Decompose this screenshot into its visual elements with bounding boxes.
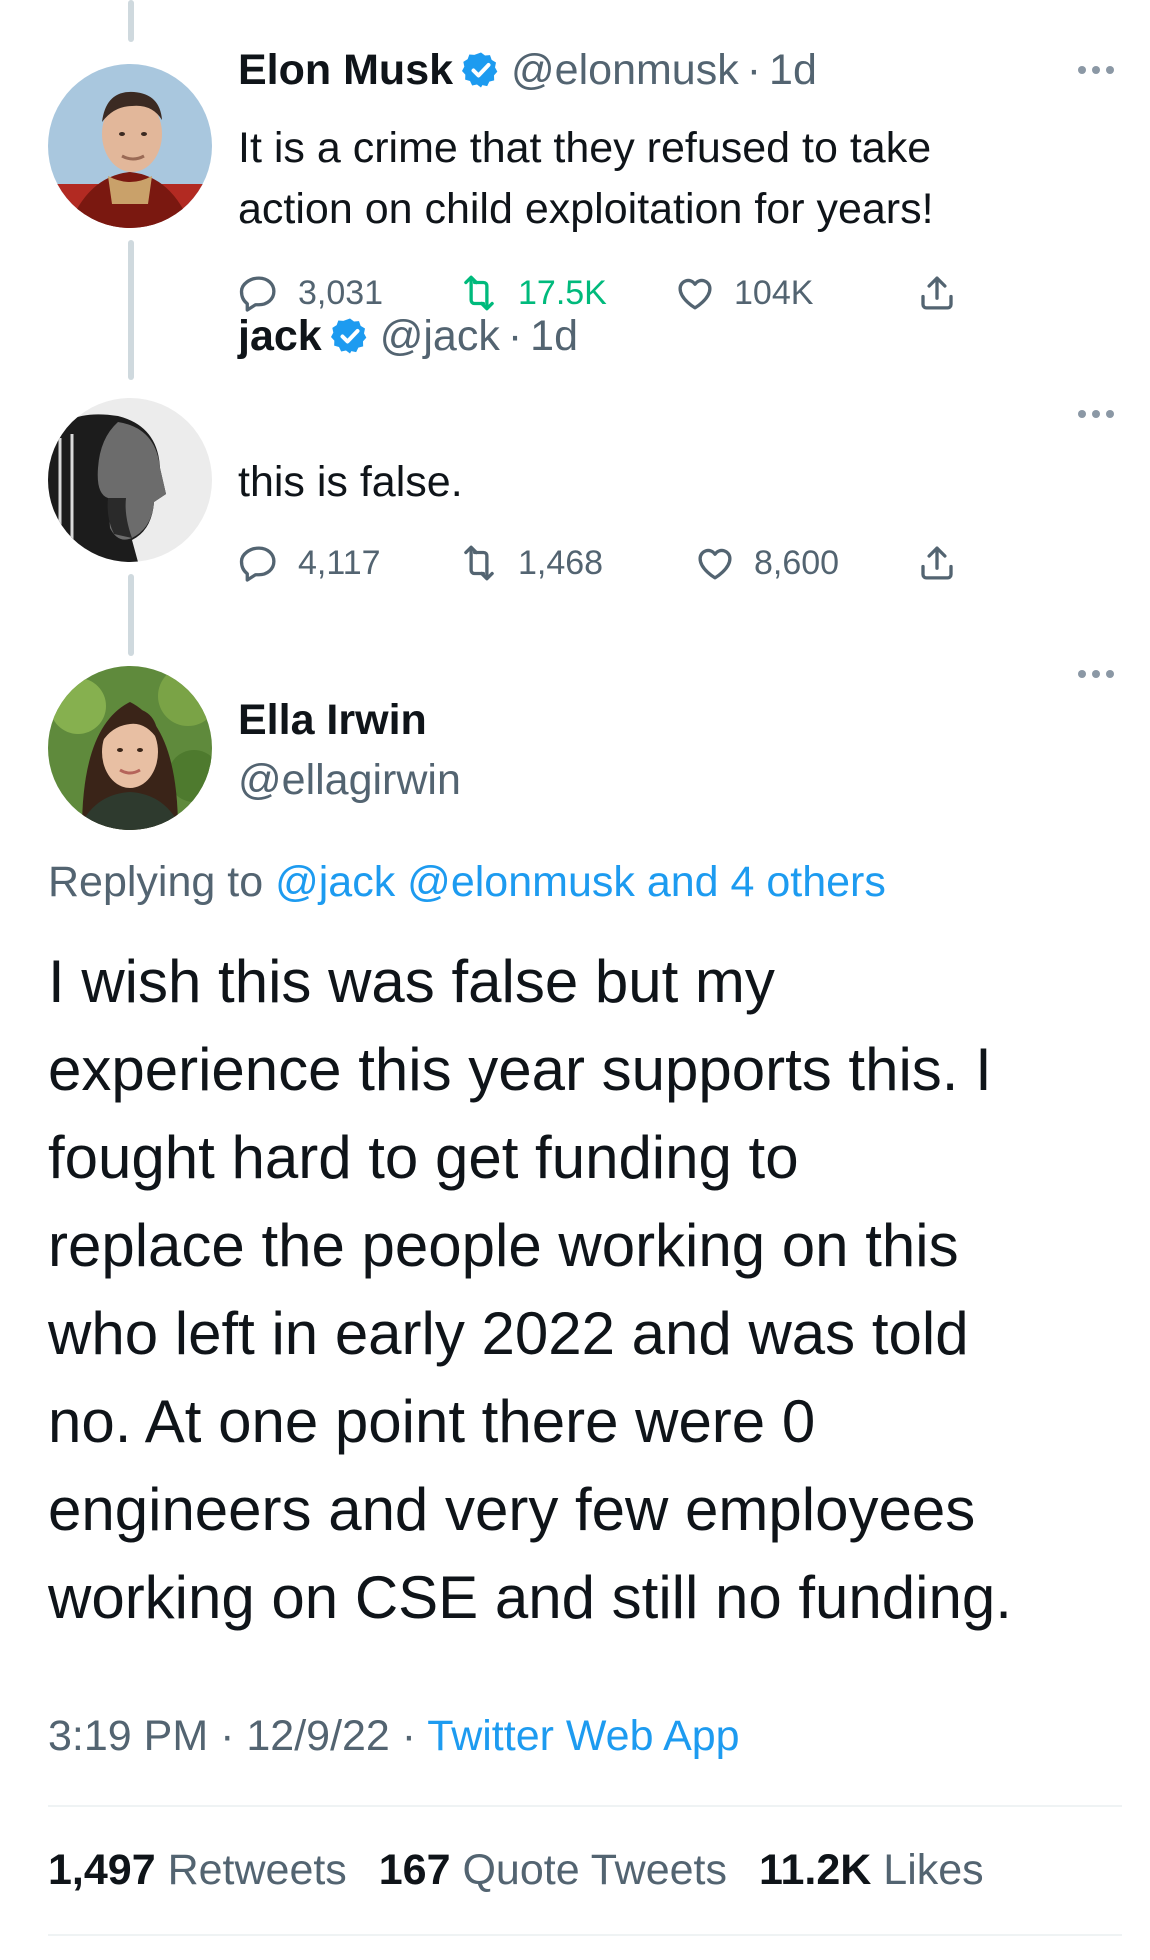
main-tweet-text: I wish this was false but my experience … <box>48 938 1128 1642</box>
tweet-text: It is a crime that they refused to take … <box>238 118 934 240</box>
replying-to-jack[interactable]: @jack <box>275 858 395 906</box>
separator-dot: · <box>746 46 762 94</box>
tweet-time[interactable]: 1d <box>769 44 817 96</box>
main-tweet-text-line: engineers and very few employees <box>48 1476 976 1543</box>
main-tweet-text-line: replace the people working on this <box>48 1212 959 1279</box>
likes-label: Likes <box>883 1846 984 1894</box>
main-tweet-text-line: no. At one point there were 0 <box>48 1388 816 1455</box>
like-count: 104K <box>734 273 814 312</box>
retweets-label: Retweets <box>167 1846 347 1894</box>
tweet-text: this is false. <box>238 452 463 513</box>
verified-badge-icon <box>330 318 367 354</box>
like-button[interactable]: 8,600 <box>694 540 839 586</box>
author-name[interactable]: Elon Musk <box>238 44 453 96</box>
heart-icon <box>678 278 712 310</box>
replying-to: Replying to @jack @elonmusk and 4 others <box>48 856 886 908</box>
more-icon[interactable] <box>1076 408 1116 420</box>
like-count: 8,600 <box>754 543 840 582</box>
main-tweet-text-line: experience this year supports this. I <box>48 1036 992 1103</box>
tweet-time[interactable]: 1d <box>530 310 578 362</box>
retweet-icon <box>464 275 494 311</box>
thread-line-top <box>128 0 134 42</box>
author-handle[interactable]: @ellagirwin <box>238 754 461 806</box>
reply-count: 3,031 <box>298 273 384 312</box>
heart-icon <box>698 548 732 580</box>
more-icon[interactable] <box>1076 64 1116 76</box>
replying-to-others[interactable]: and 4 others <box>647 858 886 906</box>
likes-count: 11.2K <box>758 1846 872 1894</box>
retweet-icon <box>464 545 494 581</box>
replying-to-elonmusk[interactable]: @elonmusk <box>407 858 635 906</box>
quote-tweets-stat[interactable]: 167 Quote Tweets <box>379 1846 727 1894</box>
tweet-timestamp: 3:19 PM · 12/9/22 · Twitter Web App <box>48 1710 740 1762</box>
engagement-stats: 1,497 Retweets 167 Quote Tweets 11.2K Li… <box>48 1844 1004 1896</box>
quote-tweets-label: Quote Tweets <box>462 1846 727 1894</box>
avatar-ellagirwin[interactable] <box>48 666 212 830</box>
main-tweet-text-line: fought hard to get funding to <box>48 1124 799 1191</box>
avatar-jack[interactable] <box>48 398 212 562</box>
tweet-text-line: action on child exploitation for years! <box>238 185 934 233</box>
tweet-text-line: this is false. <box>238 458 463 506</box>
reply-icon <box>239 546 276 582</box>
share-icon <box>921 546 953 580</box>
quote-tweets-count: 167 <box>378 1846 451 1894</box>
main-tweet-text-line: I wish this was false but my <box>48 948 775 1015</box>
likes-stat[interactable]: 11.2K Likes <box>759 1846 984 1894</box>
author-name[interactable]: jack <box>238 310 322 362</box>
share-button[interactable] <box>916 270 976 316</box>
tweet-header: Elon Musk @elonmusk · 1d <box>238 44 817 96</box>
share-icon <box>921 276 953 310</box>
separator-dot: · <box>220 1712 235 1760</box>
separator-dot: · <box>401 1712 417 1760</box>
author-handle[interactable]: @jack <box>380 310 500 362</box>
avatar-jack-image <box>48 398 212 562</box>
reply-icon <box>239 276 276 312</box>
tweet-date[interactable]: 12/9/22 <box>246 1712 389 1760</box>
avatar-ellagirwin-image <box>48 666 212 830</box>
divider <box>48 1805 1122 1807</box>
thread-line-1 <box>128 240 134 380</box>
separator-dot: · <box>507 312 523 360</box>
retweets-count: 1,497 <box>48 1846 156 1894</box>
tweet-text-line: It is a crime that they refused to take <box>238 124 932 172</box>
avatar-elonmusk[interactable] <box>48 64 212 228</box>
replying-prefix: Replying to <box>48 858 264 906</box>
main-tweet-text-line: working on CSE and still no funding. <box>48 1564 1012 1631</box>
avatar-elonmusk-image <box>48 64 212 228</box>
retweets-stat[interactable]: 1,497 Retweets <box>48 1846 347 1894</box>
author-handle[interactable]: @elonmusk <box>511 44 739 96</box>
divider <box>48 1934 1122 1936</box>
reply-button[interactable]: 4,117 <box>238 540 381 586</box>
retweet-count: 1,468 <box>518 543 604 582</box>
thread-line-2 <box>128 574 134 656</box>
share-button[interactable] <box>916 540 976 586</box>
verified-badge-icon <box>462 52 498 88</box>
retweet-count: 17.5K <box>518 273 607 312</box>
like-button[interactable]: 104K <box>674 270 813 316</box>
reply-count: 4,117 <box>298 543 381 582</box>
tweet-time[interactable]: 3:19 PM <box>48 1712 208 1760</box>
more-icon[interactable] <box>1076 668 1116 680</box>
retweet-button[interactable]: 1,468 <box>458 540 603 586</box>
main-tweet-text-line: who left in early 2022 and was told <box>48 1300 969 1367</box>
tweet-header: jack @jack · 1d <box>238 310 578 362</box>
tweet-source[interactable]: Twitter Web App <box>427 1712 739 1760</box>
author-name[interactable]: Ella Irwin <box>238 694 427 746</box>
